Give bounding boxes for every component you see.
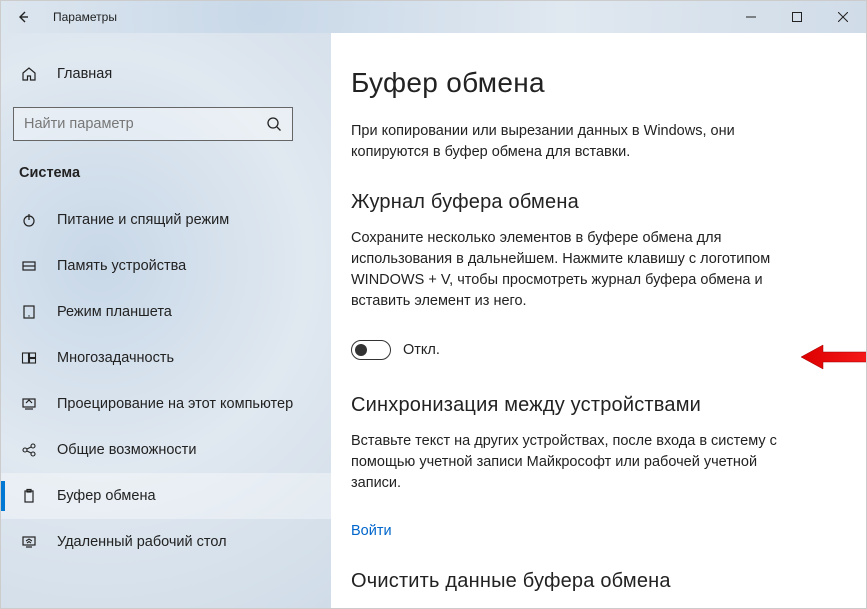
- nav-item-shared[interactable]: Общие возможности: [1, 427, 331, 473]
- titlebar: Параметры: [1, 1, 866, 33]
- nav-label: Общие возможности: [57, 442, 196, 458]
- nav-label: Память устройства: [57, 258, 186, 274]
- home-label: Главная: [57, 66, 112, 82]
- history-heading: Журнал буфера обмена: [351, 191, 791, 214]
- page-title: Буфер обмена: [351, 67, 791, 99]
- nav-list: Питание и спящий режим Память устройства…: [1, 197, 331, 565]
- storage-icon: [19, 258, 39, 274]
- nav-item-multitask[interactable]: Многозадачность: [1, 335, 331, 381]
- sidebar: Главная Система Питание и спящий режим: [1, 33, 331, 608]
- minimize-icon: [746, 12, 756, 22]
- maximize-icon: [792, 12, 802, 22]
- maximize-button[interactable]: [774, 1, 820, 33]
- multitask-icon: [19, 350, 39, 366]
- back-button[interactable]: [1, 1, 45, 33]
- section-label: Система: [1, 159, 331, 197]
- nav-label: Многозадачность: [57, 350, 174, 366]
- remote-icon: [19, 534, 39, 550]
- sync-desc: Вставьте текст на других устройствах, по…: [351, 431, 791, 494]
- close-button[interactable]: [820, 1, 866, 33]
- search-input[interactable]: [24, 116, 266, 132]
- clipboard-icon: [19, 488, 39, 504]
- nav-label: Проецирование на этот компьютер: [57, 396, 293, 412]
- content-area: Буфер обмена При копировании или вырезан…: [331, 33, 866, 608]
- window-title: Параметры: [53, 10, 117, 24]
- projection-icon: [19, 396, 39, 412]
- home-icon: [19, 66, 39, 82]
- nav-label: Питание и спящий режим: [57, 212, 229, 228]
- nav-item-storage[interactable]: Память устройства: [1, 243, 331, 289]
- back-arrow-icon: [15, 9, 31, 25]
- nav-label: Буфер обмена: [57, 488, 156, 504]
- clear-desc: Очистите все (за исключением закрепленны…: [351, 607, 791, 608]
- nav-item-projection[interactable]: Проецирование на этот компьютер: [1, 381, 331, 427]
- tablet-icon: [19, 304, 39, 320]
- search-box[interactable]: [13, 107, 293, 141]
- nav-label: Удаленный рабочий стол: [57, 534, 227, 550]
- clear-heading: Очистить данные буфера обмена: [351, 570, 791, 593]
- search-icon: [266, 116, 282, 132]
- home-nav[interactable]: Главная: [1, 53, 331, 95]
- intro-text: При копировании или вырезании данных в W…: [351, 121, 791, 163]
- annotation-arrow-icon: [801, 342, 866, 372]
- close-icon: [838, 12, 848, 22]
- shared-icon: [19, 442, 39, 458]
- nav-item-clipboard[interactable]: Буфер обмена: [1, 473, 331, 519]
- power-icon: [19, 212, 39, 228]
- toggle-knob: [355, 344, 367, 356]
- history-desc: Сохраните несколько элементов в буфере о…: [351, 228, 791, 312]
- signin-link[interactable]: Войти: [351, 523, 392, 539]
- nav-item-power[interactable]: Питание и спящий режим: [1, 197, 331, 243]
- nav-item-tablet[interactable]: Режим планшета: [1, 289, 331, 335]
- sync-heading: Синхронизация между устройствами: [351, 394, 791, 417]
- history-toggle[interactable]: [351, 340, 391, 360]
- toggle-state-label: Откл.: [403, 342, 440, 358]
- minimize-button[interactable]: [728, 1, 774, 33]
- nav-item-remote[interactable]: Удаленный рабочий стол: [1, 519, 331, 565]
- nav-label: Режим планшета: [57, 304, 172, 320]
